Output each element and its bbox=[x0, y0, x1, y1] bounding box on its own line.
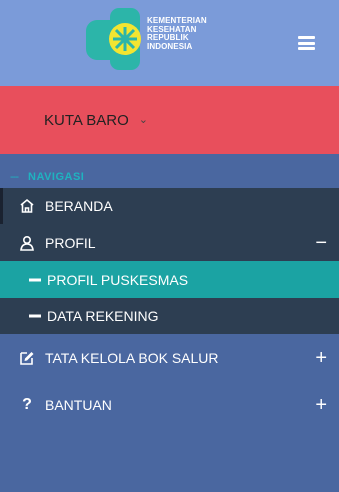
kemenkes-logo-icon bbox=[86, 8, 141, 70]
submenu-dash-icon bbox=[29, 314, 41, 318]
kemenkes-logo: KEMENTERIAN KESEHATAN REPUBLIK INDONESIA bbox=[86, 6, 226, 78]
sidebar-item-beranda[interactable]: BERANDA bbox=[0, 188, 339, 224]
expand-icon[interactable]: + bbox=[315, 395, 327, 415]
logo-text: KEMENTERIAN KESEHATAN REPUBLIK INDONESIA bbox=[147, 16, 207, 51]
sidebar-item-bantuan[interactable]: ? BANTUAN + bbox=[0, 381, 339, 428]
hamburger-bar bbox=[298, 47, 315, 50]
navigation-header: --- NAVIGASI bbox=[0, 166, 339, 188]
nav-header-label: NAVIGASI bbox=[28, 171, 85, 183]
sidebar-item-tata-kelola-bok-salur[interactable]: TATA KELOLA BOK SALUR + bbox=[0, 334, 339, 381]
sidebar-subitem-profil-puskesmas[interactable]: PROFIL PUSKESMAS bbox=[0, 261, 339, 298]
sidebar-item-label: PROFIL PUSKESMAS bbox=[47, 271, 189, 288]
sidebar-item-profil[interactable]: PROFIL − bbox=[0, 224, 339, 261]
collapse-icon[interactable]: − bbox=[315, 233, 327, 253]
sidebar-item-label: TATA KELOLA BOK SALUR bbox=[45, 349, 219, 366]
hamburger-bar bbox=[298, 41, 315, 45]
hamburger-bar bbox=[298, 36, 315, 39]
sidebar-item-label: BANTUAN bbox=[45, 396, 112, 413]
help-icon: ? bbox=[22, 395, 32, 413]
logo-line-4: INDONESIA bbox=[147, 41, 193, 51]
expand-icon[interactable]: + bbox=[315, 348, 327, 368]
location-selector[interactable]: KUTA BARO ⌄ bbox=[0, 86, 339, 154]
nav-header-dash: --- bbox=[10, 171, 19, 183]
edit-icon bbox=[17, 348, 37, 368]
app-header: KEMENTERIAN KESEHATAN REPUBLIK INDONESIA bbox=[0, 0, 339, 86]
sidebar-item-label: DATA REKENING bbox=[47, 308, 159, 324]
sidebar-subitem-data-rekening[interactable]: DATA REKENING bbox=[0, 298, 339, 334]
sidebar-item-label: PROFIL bbox=[45, 234, 96, 251]
sidebar-item-label: BERANDA bbox=[45, 198, 113, 214]
hamburger-menu-icon[interactable] bbox=[298, 36, 315, 50]
submenu-dash-icon bbox=[29, 278, 41, 281]
user-icon bbox=[17, 233, 37, 253]
location-label: KUTA BARO bbox=[44, 111, 129, 129]
home-icon bbox=[17, 196, 37, 216]
chevron-down-icon: ⌄ bbox=[138, 113, 148, 126]
